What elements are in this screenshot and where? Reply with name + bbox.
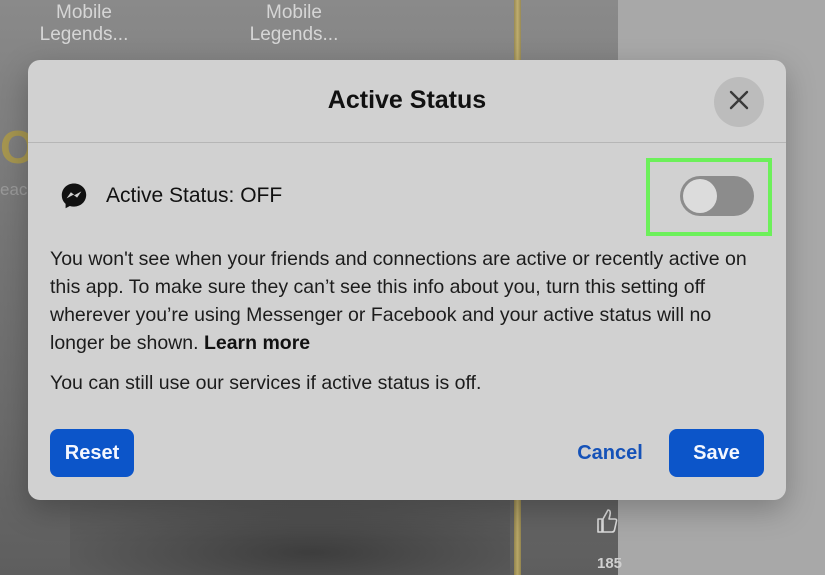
toggle-knob bbox=[683, 179, 717, 213]
like-count: 185 bbox=[597, 555, 623, 572]
cancel-button[interactable]: Cancel bbox=[568, 429, 652, 477]
story-item: Mobile Legends... bbox=[24, 0, 144, 46]
active-status-dialog: Active Status Active Status: OFF You won… bbox=[28, 60, 786, 500]
active-status-label: Active Status: OFF bbox=[106, 184, 283, 207]
background-text-fragment: eac bbox=[0, 180, 28, 199]
dialog-header: Active Status bbox=[28, 60, 786, 143]
learn-more-link[interactable]: Learn more bbox=[204, 332, 310, 354]
status-note: You can still use our services if active… bbox=[50, 372, 482, 394]
dialog-title: Active Status bbox=[327, 86, 487, 114]
description-text: You won't see when your friends and conn… bbox=[50, 248, 747, 354]
messenger-icon bbox=[60, 182, 88, 210]
status-description: You won't see when your friends and conn… bbox=[50, 245, 768, 357]
active-status-row: Active Status: OFF bbox=[60, 180, 282, 212]
story-label-line1: Mobile bbox=[56, 2, 112, 23]
story-label-line2: Legends... bbox=[249, 24, 339, 45]
save-button[interactable]: Save bbox=[669, 429, 764, 477]
close-button[interactable] bbox=[714, 77, 764, 127]
close-icon bbox=[728, 89, 750, 116]
background-photo bbox=[70, 500, 510, 575]
reset-button[interactable]: Reset bbox=[50, 429, 134, 477]
story-label-line1: Mobile bbox=[266, 2, 322, 23]
story-item: Mobile Legends... bbox=[234, 0, 354, 46]
like-icon bbox=[596, 508, 618, 534]
story-label-line2: Legends... bbox=[39, 24, 129, 45]
screen: Mobile Legends... Mobile Legends... O ea… bbox=[0, 0, 825, 575]
active-status-toggle[interactable] bbox=[680, 176, 754, 216]
